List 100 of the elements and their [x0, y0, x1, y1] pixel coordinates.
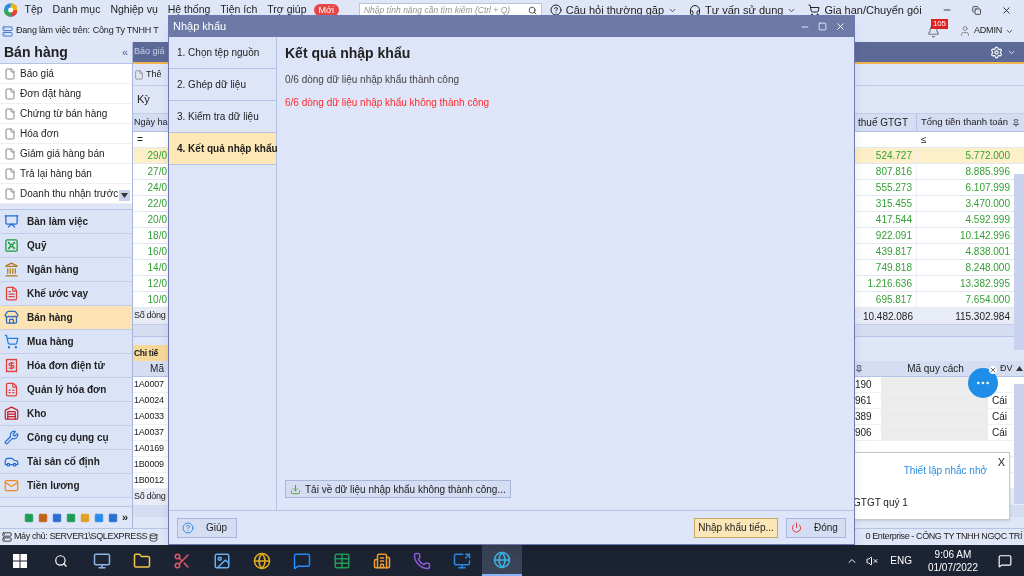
column-header: Mã — [149, 362, 165, 376]
new-badge: Mới — [313, 4, 339, 16]
menu-item[interactable]: Trợ giúp — [264, 2, 310, 18]
wizard-step[interactable]: 1. Chọn tệp nguồn — [169, 37, 276, 69]
toolbar-button[interactable]: Thê — [146, 67, 162, 82]
table-cell-text: 24/0 — [146, 181, 168, 195]
table-cell-text: 6.107.999 — [964, 181, 1011, 195]
header-link[interactable]: Gia hạn/Chuyển gói — [824, 1, 922, 19]
workspace-label: Đang làm việc trên: — [16, 24, 90, 38]
module-item[interactable]: Hóa đơn điện tử — [0, 354, 132, 378]
clock-date: 01/07/2022 — [927, 560, 978, 574]
reminder-link[interactable]: Thiết lập nhắc nhở — [903, 463, 987, 478]
table-cell-text: 906 — [855, 426, 872, 440]
module-item[interactable]: Khế ước vay — [0, 282, 132, 306]
server-status: Máy chủ: SERVER1\SQLEXPRESS — [14, 530, 148, 544]
table-cell-text: 18/0 — [146, 229, 168, 243]
table-cell-text: 1A0033 — [133, 409, 165, 423]
table-cell-text: 5.772.000 — [964, 149, 1011, 163]
column-header: Mã quy cách — [907, 362, 964, 376]
table-cell-text: 4.592.999 — [964, 213, 1011, 227]
module-item[interactable]: Ngân hàng — [0, 258, 132, 282]
menu-item[interactable]: Nghiệp vụ — [107, 2, 161, 18]
language-indicator[interactable]: ENG — [890, 553, 912, 568]
table-cell-text: Cái — [992, 394, 1007, 408]
download-button[interactable]: Tải về dữ liệu nhập khẩu không thành công... — [285, 480, 511, 498]
more-button[interactable]: » — [121, 509, 128, 526]
table-cell-text: 13.382.995 — [958, 277, 1011, 291]
module-item[interactable]: Bàn làm việc — [0, 210, 132, 234]
sidebar-item[interactable]: Doanh thu nhận trước — [20, 186, 119, 201]
table-cell-text: 22/0 — [146, 197, 168, 211]
filter-operator[interactable]: ≤ — [917, 132, 1014, 147]
module-item[interactable]: Kho — [0, 402, 132, 426]
table-cell-text: 4.838.001 — [964, 245, 1011, 259]
continue-import-button[interactable]: Nhập khẩu tiếp... — [694, 517, 778, 538]
table-cell-text: 961 — [855, 394, 872, 408]
result-heading: Kết quả nhập khẩu — [285, 44, 412, 63]
module-item[interactable]: Quỹ — [0, 234, 132, 258]
product-info: 0 Enterprise - CÔNG TY TNHH NGỌC TRÍ — [865, 530, 1022, 544]
dialog-title: Nhập khẩu — [173, 19, 228, 35]
sidebar-item[interactable]: Hóa đơn — [20, 126, 59, 141]
column-header: ĐV — [1000, 361, 1014, 375]
table-cell-text: 20/0 — [146, 213, 168, 227]
user-name[interactable]: ADMIN — [974, 24, 1002, 38]
sidebar-item[interactable]: Trả lại hàng bán — [20, 166, 92, 181]
table-cell-text: 1B0012 — [133, 473, 165, 487]
table-cell-text: 10/0 — [146, 293, 168, 307]
table-cell-text: 14/0 — [146, 261, 168, 275]
table-cell-text: 1A0169 — [133, 441, 165, 455]
module-item[interactable]: Tài sản cố định — [0, 450, 132, 474]
close-button[interactable]: X — [997, 454, 1005, 471]
module-item[interactable]: Mua hàng — [0, 330, 132, 354]
table-cell-text: 1A0037 — [133, 425, 165, 439]
table-cell-text: 10.482.086 — [861, 309, 914, 324]
wizard-step[interactable]: 4. Kết quả nhập khẩu — [169, 133, 276, 165]
table-cell-text: 3.470.000 — [964, 197, 1011, 211]
table-cell-text: 1A0007 — [133, 377, 165, 391]
table-cell-text: 1A0024 — [133, 393, 165, 407]
sidebar-item[interactable]: Giảm giá hàng bán — [20, 146, 105, 161]
module-item[interactable]: Bán hàng — [0, 306, 132, 330]
column-header: Ngày ha — [133, 115, 168, 129]
table-cell-text: 389 — [855, 410, 872, 424]
menu-item[interactable]: Tiện ích — [217, 2, 261, 18]
table-cell-text: Cái — [992, 410, 1007, 424]
result-message: 0/6 dòng dữ liệu nhập khẩu thành công — [285, 73, 461, 87]
notification-count: 105 — [931, 18, 948, 29]
totals-label: Số dòng — [133, 490, 167, 504]
module-item[interactable]: Công cụ dụng cụ — [0, 426, 132, 450]
menu-item[interactable]: Danh mục — [49, 2, 104, 18]
sidebar-item[interactable]: Báo giá — [20, 66, 54, 81]
table-cell-text: 16/0 — [146, 245, 168, 259]
result-message: 6/6 dòng dữ liệu nhập khẩu không thành công — [285, 96, 491, 110]
table-cell-text: 8.885.996 — [964, 165, 1011, 179]
menu-item[interactable]: Hệ thống — [164, 2, 214, 18]
column-header: thuế GTGT — [858, 116, 908, 130]
help-button[interactable]: Giúp — [177, 517, 237, 538]
table-cell-text: 1B0009 — [133, 457, 165, 471]
menu-item[interactable]: Tệp — [21, 2, 46, 18]
sidebar-title: Bán hàng — [4, 43, 68, 62]
table-cell-text: Cái — [992, 426, 1007, 440]
table-cell-text: 27/0 — [146, 165, 168, 179]
wizard-step[interactable]: 2. Ghép dữ liệu — [169, 69, 276, 101]
table-cell-text: 7.654.000 — [964, 293, 1011, 307]
sidebar-item[interactable]: Đơn đặt hàng — [20, 86, 82, 101]
totals-label: Số dòng — [133, 309, 167, 323]
column-header: Tổng tiền thanh toán — [921, 115, 1009, 130]
table-cell-text: 12/0 — [146, 277, 168, 291]
module-item[interactable]: Quản lý hóa đơn — [0, 378, 132, 402]
filter-operator[interactable]: = — [133, 132, 168, 147]
tab[interactable]: Chi tiế — [133, 345, 168, 361]
table-cell-text: 10.142.996 — [958, 229, 1011, 243]
sidebar-item[interactable]: Chứng từ bán hàng — [20, 106, 108, 121]
tab[interactable]: Báo giá — [133, 45, 168, 59]
table-cell-text: 115.302.984 — [954, 309, 1011, 324]
company-name: Công Ty TNHH T — [92, 24, 159, 38]
module-item[interactable]: Tiền lương — [0, 474, 132, 498]
collapse-button[interactable]: « — [121, 44, 128, 61]
table-cell-text: 29/0 — [146, 149, 168, 163]
table-cell-text: 8.248.000 — [964, 261, 1011, 275]
close-button[interactable]: Đóng — [786, 517, 846, 538]
clock-time: 9:06 AM — [934, 547, 972, 561]
